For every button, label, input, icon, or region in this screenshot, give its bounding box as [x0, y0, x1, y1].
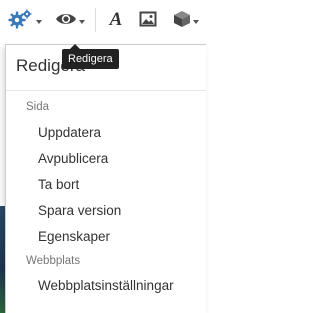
chevron-down-icon	[79, 20, 85, 24]
menu-item-unpublish[interactable]: Avpublicera	[38, 151, 108, 166]
image-icon	[139, 11, 157, 27]
section-label-site: Webbplats	[26, 255, 81, 267]
menu-item-refresh[interactable]: Uppdatera	[38, 125, 101, 140]
tooltip: Redigera	[62, 44, 119, 69]
toolbar-divider	[95, 8, 96, 32]
block-button[interactable]	[170, 4, 202, 34]
chevron-down-icon	[36, 20, 42, 24]
menu-item-site-settings[interactable]: Webbplatsinställningar	[38, 278, 174, 293]
edit-dropdown-menu: Redigera Sida Uppdatera Avpublicera Ta b…	[5, 44, 206, 313]
text-icon: A	[109, 8, 123, 30]
menu-item-properties[interactable]: Egenskaper	[38, 229, 110, 244]
gear-icon	[8, 9, 32, 29]
text-button[interactable]: A	[104, 4, 128, 34]
section-label-page: Sida	[26, 101, 50, 113]
eye-icon	[56, 14, 76, 24]
menu-divider	[6, 90, 206, 91]
image-button[interactable]	[136, 4, 160, 34]
chevron-down-icon	[193, 20, 199, 24]
toolbar: A	[0, 0, 206, 40]
settings-button[interactable]	[6, 4, 44, 34]
menu-item-delete[interactable]: Ta bort	[38, 177, 79, 192]
view-button[interactable]	[54, 4, 86, 34]
menu-item-save-version[interactable]: Spara version	[38, 203, 121, 218]
cube-icon	[174, 11, 190, 27]
